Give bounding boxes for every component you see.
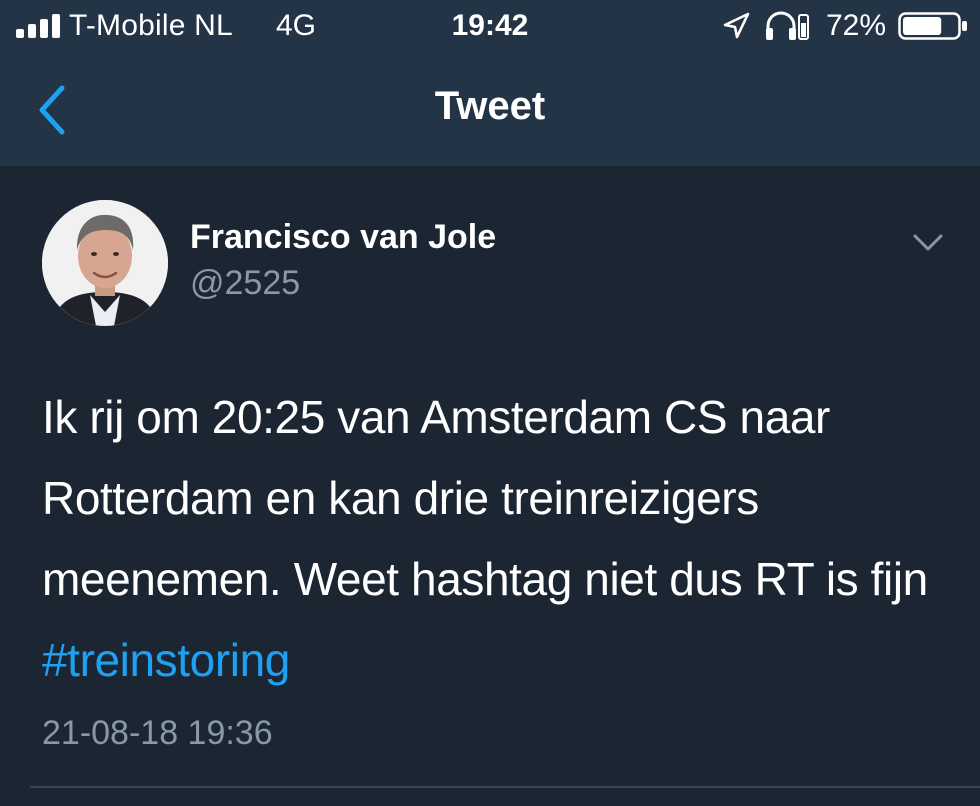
chevron-down-icon[interactable] [906, 226, 950, 256]
hashtag-link[interactable]: #treinstoring [42, 634, 290, 686]
user-handle[interactable]: @2525 [190, 264, 300, 303]
divider [30, 786, 980, 788]
avatar[interactable] [42, 200, 168, 326]
headphones-icon [766, 11, 809, 40]
tweet-screen: T-Mobile NL 4G 19:42 72% Tweet Francisco… [0, 0, 980, 806]
avatar-photo [42, 200, 168, 326]
page-title: Tweet [434, 84, 546, 128]
battery-icon [898, 12, 967, 40]
tweet-timestamp: 21-08-18 19:36 [42, 714, 273, 752]
tweet-text: Ik rij om 20:25 van Amsterdam CS naar Ro… [42, 377, 952, 701]
status-bar: T-Mobile NL 4G 19:42 72% [0, 0, 980, 54]
tweet: Francisco van Jole @2525 Ik rij om 20:25… [0, 166, 980, 806]
location-arrow-icon [723, 12, 750, 39]
navigation-bar: Tweet [0, 54, 980, 166]
display-name[interactable]: Francisco van Jole [190, 218, 496, 257]
battery-percent: 72% [826, 9, 887, 42]
tweet-body: Ik rij om 20:25 van Amsterdam CS naar Ro… [42, 391, 928, 605]
